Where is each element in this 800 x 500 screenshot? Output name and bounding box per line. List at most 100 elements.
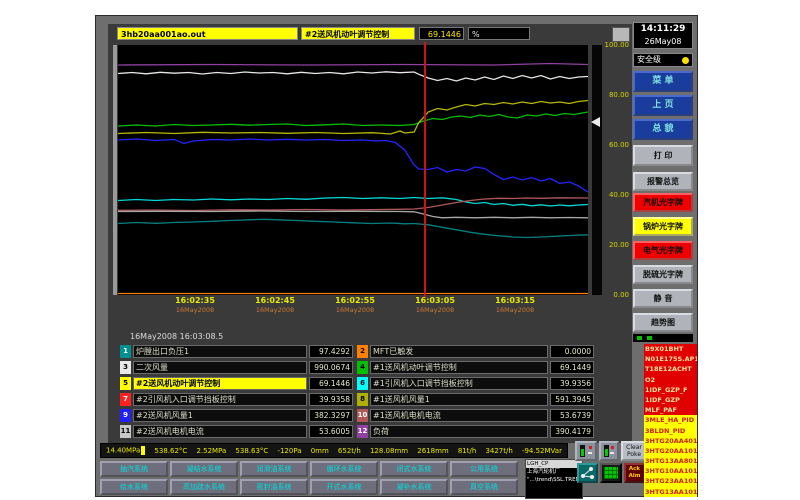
indicator-green-bar — [581, 449, 584, 456]
alarm-tag[interactable]: 1IDF_GZP — [644, 395, 697, 405]
legend-signal-name[interactable]: 炉膛出口负压1 — [133, 345, 307, 358]
sidebar-button-fgd-annunciator[interactable]: 脱硫光字牌 — [633, 265, 693, 284]
sidebar-button-menu[interactable]: 菜 单 — [633, 71, 693, 92]
clock-display: 14:11:29 26May08 — [633, 22, 693, 49]
trend-chart-area[interactable] — [118, 45, 588, 295]
legend-signal-name[interactable]: #2送风机风量1 — [133, 409, 307, 422]
legend-row: 3二次风量990.0674 — [120, 360, 353, 375]
legend-signal-name[interactable]: #2引风机入口调节挡板控制 — [133, 393, 307, 406]
trend-title-field[interactable]: #2送风机动叶调节控制 — [301, 27, 415, 40]
system-button-公用系统[interactable]: 公用系统 — [450, 461, 518, 477]
legend-color-swatch: 4 — [357, 361, 368, 374]
ack-label-2: Alm — [626, 473, 643, 480]
indicator-button-1[interactable] — [575, 441, 597, 461]
sidebar-button-boiler-annunciator[interactable]: 锅炉光字牌 — [633, 217, 693, 236]
alarm-tag[interactable]: 3BLDN_PID — [644, 426, 697, 436]
legend-signal-name[interactable]: 负荷 — [370, 425, 548, 438]
alarm-tag[interactable]: O2 — [644, 375, 697, 385]
green-mark-icon — [647, 336, 652, 340]
indicator-button-2[interactable] — [599, 441, 619, 461]
security-level-box[interactable]: 安全级 — [633, 53, 693, 67]
alarm-tag[interactable]: 1IDF_GZP_F — [644, 385, 697, 395]
display-grid-button[interactable] — [600, 463, 622, 483]
console-title: LGH_CP — [526, 460, 582, 468]
sidebar-button-print[interactable]: 打 印 — [633, 145, 693, 166]
x-axis: 16:02:3516May200816:02:4516May200816:02:… — [118, 296, 588, 320]
legend-signal-name[interactable]: #1送风机电机电流 — [370, 409, 548, 422]
alarm-tag[interactable]: B9X01BHT — [644, 344, 697, 354]
sidebar-button-prev-page[interactable]: 上 页 — [633, 95, 693, 116]
legend-signal-name[interactable]: #2送风机电机电流 — [133, 425, 307, 438]
alarm-tag[interactable]: 3HTG20AA401 — [644, 436, 697, 446]
alarm-tag[interactable]: 3HTG13AA101 — [644, 487, 697, 497]
legend-signal-name[interactable]: #1送风机风量1 — [370, 393, 548, 406]
system-button-高加疏水系统[interactable]: 高加疏水系统 — [170, 479, 238, 495]
legend-row: 11#2送风机电机电流53.6005 — [120, 424, 353, 439]
alarm-tag[interactable]: 3HTG10AA101 — [644, 466, 697, 476]
grid-icon — [604, 467, 618, 479]
value-marker-triangle[interactable] — [591, 117, 600, 127]
status-value: 538.63°C — [235, 447, 268, 455]
system-button-润滑油系统[interactable]: 润滑油系统 — [240, 461, 308, 477]
legend-signal-value: 39.9356 — [550, 377, 594, 390]
sidebar-button-mute[interactable]: 静 音 — [633, 289, 693, 308]
chart-left-border — [113, 45, 117, 295]
indicator-red-mark — [611, 446, 614, 449]
trend-cursor-line[interactable] — [424, 42, 426, 297]
alarm-tag[interactable]: 3HTG23AA101 — [644, 476, 697, 486]
trend-series-炉膛出口负压1 — [118, 219, 588, 237]
legend-signal-name[interactable]: 二次风量 — [133, 361, 307, 374]
indicator-green-bar — [605, 449, 608, 456]
header-spare-box[interactable] — [612, 27, 630, 42]
security-label: 安全级 — [637, 55, 661, 64]
alarm-tag[interactable]: N01E175S.AP1 — [644, 354, 697, 364]
alarm-tag[interactable]: 3HTG13AA801 — [644, 456, 697, 466]
alarm-ack-button[interactable]: Ack Alm — [624, 463, 645, 483]
system-button-凝补水系统[interactable]: 凝补水系统 — [380, 479, 448, 495]
console-line-2: "...\trend\SSL.TREND48.trs" — [526, 476, 582, 484]
sidebar-button-trend[interactable]: 趋势图 — [633, 313, 693, 332]
status-value: -120Pa — [277, 447, 301, 455]
status-value: 2.52MPa — [196, 447, 226, 455]
alarm-tag[interactable]: 3MLE_HA_PID — [644, 415, 697, 425]
indicator-white-mark — [588, 452, 592, 454]
status-value: 538.62°C — [154, 447, 187, 455]
status-value: 652t/h — [338, 447, 361, 455]
alarm-tag[interactable]: MLF_PAF — [644, 405, 697, 415]
x-tick-date: 16May2008 — [323, 306, 387, 315]
security-indicator — [682, 57, 689, 64]
clear-poke-label-2: Poke — [623, 451, 645, 458]
x-tick-date: 16May2008 — [243, 306, 307, 315]
sidebar-button-turbine-annunciator[interactable]: 汽机光字牌 — [633, 193, 693, 212]
x-tick-time: 16:02:55 — [323, 296, 387, 306]
sidebar-button-electrical-annunciator[interactable]: 电气光字牌 — [633, 241, 693, 260]
legend-signal-name[interactable]: MFT已触发 — [370, 345, 548, 358]
legend-color-swatch: 5 — [120, 377, 131, 390]
legend-signal-name[interactable]: #1送风机动叶调节控制 — [370, 361, 548, 374]
y-tick-label: 0.00 — [598, 291, 629, 300]
sidebar-button-overview[interactable]: 总 貌 — [633, 119, 693, 140]
legend-row: 12负荷390.4179 — [357, 424, 594, 439]
system-button-抽汽系统[interactable]: 抽汽系统 — [100, 461, 168, 477]
x-tick-time: 16:02:45 — [243, 296, 307, 306]
status-value: -94.52MVar — [522, 447, 562, 455]
alarm-tag[interactable]: 3HTG20AA101 — [644, 446, 697, 456]
legend-signal-value: 0.0000 — [550, 345, 594, 358]
legend-color-swatch: 3 — [120, 361, 131, 374]
network-icon-button[interactable] — [577, 463, 598, 483]
system-button-闭式水系统[interactable]: 闭式水系统 — [380, 461, 448, 477]
system-button-给水系统[interactable]: 给水系统 — [100, 479, 168, 495]
system-button-密封油系统[interactable]: 密封油系统 — [240, 479, 308, 495]
status-value: 81t/h — [458, 447, 476, 455]
alarm-tag-list: B9X01BHTN01E175S.AP1T18E12ACHTO21IDF_GZP… — [644, 344, 697, 498]
system-button-开式水系统[interactable]: 开式水系统 — [310, 479, 378, 495]
system-button-凝结水系统[interactable]: 凝结水系统 — [170, 461, 238, 477]
legend-signal-name[interactable]: #2送风机动叶调节控制 — [133, 377, 307, 390]
trend-file-field[interactable]: 3hb20aa001ao.out — [117, 27, 298, 40]
sidebar-button-alarm-summary[interactable]: 报警总览 — [633, 172, 693, 191]
system-button-循环水系统[interactable]: 循环水系统 — [310, 461, 378, 477]
alarm-tag[interactable]: T18E12ACHT — [644, 364, 697, 374]
system-button-真空系统[interactable]: 真空系统 — [450, 479, 518, 495]
legend-signal-name[interactable]: #1引风机入口调节挡板控制 — [370, 377, 548, 390]
network-icon — [579, 465, 596, 481]
